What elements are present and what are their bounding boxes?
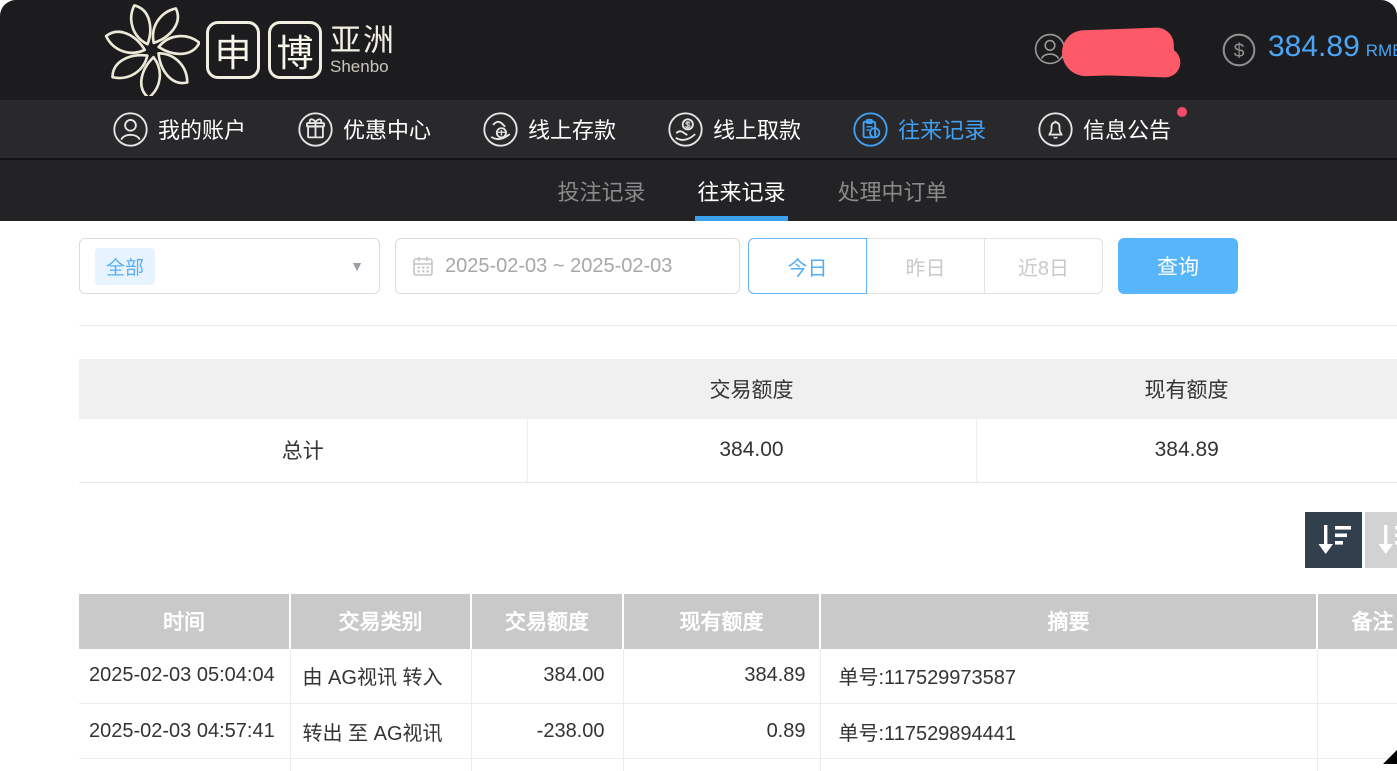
col-remark: 备注: [1317, 594, 1397, 649]
coin-icon: $: [1222, 33, 1256, 67]
summary-total-current-balance: 384.89: [976, 419, 1397, 482]
nav-item-label: 往来记录: [898, 113, 986, 145]
tab-pending-orders[interactable]: 处理中订单: [836, 160, 950, 221]
records-header-row: 时间 交易类别 交易额度 现有额度 摘要 备注: [79, 594, 1397, 649]
table-row: 2025-02-03 04:57:41 转出 至 AG视讯 -238.00 0.…: [79, 704, 1397, 759]
date-range-input[interactable]: 2025-02-03 ~ 2025-02-03: [395, 238, 740, 294]
brand-logo[interactable]: 申 博 亚洲 Shenbo: [104, 4, 396, 96]
summary-total-row: 总计 384.00 384.89: [79, 419, 1397, 482]
nav-item-promotions[interactable]: 优惠中心: [297, 111, 431, 148]
nav-item-deposit[interactable]: 线上存款: [482, 111, 616, 148]
cell-balance: 0.89: [623, 704, 820, 759]
sort-desc-icon: [1316, 523, 1352, 557]
summary-col-transaction-amount: 交易额度: [527, 359, 976, 419]
gift-icon: [297, 111, 334, 148]
nav-item-my-account[interactable]: 我的账户: [112, 111, 246, 148]
summary-total-transaction-amount: 384.00: [527, 419, 976, 482]
flower-logo-icon: [104, 4, 200, 96]
cell-type: 转出 至 AG视讯: [290, 704, 471, 759]
user-icon: [112, 111, 149, 148]
records-table: 时间 交易类别 交易额度 现有额度 摘要 备注 2025-02-03 05:04…: [79, 594, 1397, 771]
col-current-balance: 现有额度: [623, 594, 820, 649]
records-icon: [852, 111, 889, 148]
cell-summary: 单号:117529973587: [820, 649, 1317, 704]
summary-header-row: 交易额度 现有额度: [79, 359, 1397, 419]
summary-col-current-balance: 现有额度: [976, 359, 1397, 419]
col-time: 时间: [79, 594, 290, 649]
tab-transaction-records[interactable]: 往来记录: [695, 160, 787, 221]
quick-range-yesterday[interactable]: 昨日: [866, 238, 985, 294]
summary-total-label: 总计: [79, 419, 527, 482]
table-row-partial: [79, 759, 1397, 771]
sort-asc-icon: [1376, 523, 1397, 557]
deposit-icon: [482, 111, 519, 148]
nav-item-label: 线上存款: [528, 113, 616, 145]
quick-range-today[interactable]: 今日: [748, 238, 867, 294]
sort-ascending-button[interactable]: [1365, 512, 1397, 568]
cell-time: 2025-02-03 05:04:04: [79, 649, 290, 704]
cell-amount: -238.00: [471, 704, 623, 759]
query-button[interactable]: 查询: [1118, 238, 1238, 294]
col-transaction-type: 交易类别: [290, 594, 471, 649]
type-dropdown-selected-chip: 全部: [95, 248, 155, 285]
summary-table: 交易额度 现有额度 总计 384.00 384.89: [79, 359, 1397, 483]
table-row: 2025-02-03 05:04:04 由 AG视讯 转入 384.00 384…: [79, 649, 1397, 704]
nav-item-label: 信息公告: [1083, 113, 1171, 145]
cell-type: 由 AG视讯 转入: [290, 649, 471, 704]
logo-char-box: 申: [206, 21, 260, 79]
sort-descending-button[interactable]: [1305, 512, 1362, 568]
logo-region-text: 亚洲: [330, 25, 396, 56]
calendar-icon: [412, 255, 434, 277]
nav-item-withdraw[interactable]: $ 线上取款: [667, 111, 801, 148]
tab-betting-records[interactable]: 投注记录: [555, 160, 647, 221]
cell-summary: 单号:117529894441: [820, 704, 1317, 759]
top-header: 申 博 亚洲 Shenbo $ 384.89 RMB: [0, 0, 1397, 100]
cell-remark: [1317, 649, 1397, 704]
records-table-wrap: 时间 交易类别 交易额度 现有额度 摘要 备注 2025-02-03 05:04…: [79, 594, 1397, 771]
svg-text:$: $: [685, 119, 690, 129]
chevron-down-icon: ▼: [350, 258, 364, 274]
nav-item-announcements[interactable]: 信息公告: [1037, 111, 1171, 148]
nav-item-label: 线上取款: [713, 113, 801, 145]
cursor-artifact: [1383, 750, 1397, 764]
col-summary: 摘要: [820, 594, 1317, 649]
nav-item-label: 我的账户: [158, 113, 246, 145]
cell-time: 2025-02-03 04:57:41: [79, 704, 290, 759]
logo-char-box: 博: [268, 21, 322, 79]
svg-text:$: $: [1234, 40, 1245, 62]
nav-item-transaction-records[interactable]: 往来记录: [852, 111, 986, 148]
cell-balance: 384.89: [623, 649, 820, 704]
cell-amount: 384.00: [471, 649, 623, 704]
balance-amount: 384.89: [1268, 30, 1360, 63]
type-dropdown[interactable]: 全部 ▼: [79, 238, 380, 294]
bell-icon: [1037, 111, 1074, 148]
divider: [79, 325, 1397, 326]
summary-col-empty: [79, 359, 527, 419]
notification-dot: [1177, 107, 1187, 117]
quick-range-group: 今日 昨日 近8日: [748, 238, 1103, 294]
withdraw-icon: $: [667, 111, 704, 148]
logo-subtitle: Shenbo: [330, 58, 396, 75]
sub-nav: 投注记录 往来记录 处理中订单: [0, 158, 1397, 221]
balance-currency: RMB: [1366, 41, 1397, 60]
quick-range-last8days[interactable]: 近8日: [984, 238, 1103, 294]
nav-item-label: 优惠中心: [343, 113, 431, 145]
redacted-username-scribble: [1061, 27, 1175, 77]
sort-controls: [0, 512, 1397, 568]
date-range-value: 2025-02-03 ~ 2025-02-03: [445, 255, 672, 278]
main-nav: 我的账户 优惠中心 线上存款: [0, 100, 1397, 158]
col-transaction-amount: 交易额度: [471, 594, 623, 649]
account-balance: 384.89 RMB: [1268, 30, 1397, 64]
filter-row: 全部 ▼ 2025-02-03 ~ 2025-02-03 今日 昨日 近8日 查…: [79, 238, 1397, 294]
